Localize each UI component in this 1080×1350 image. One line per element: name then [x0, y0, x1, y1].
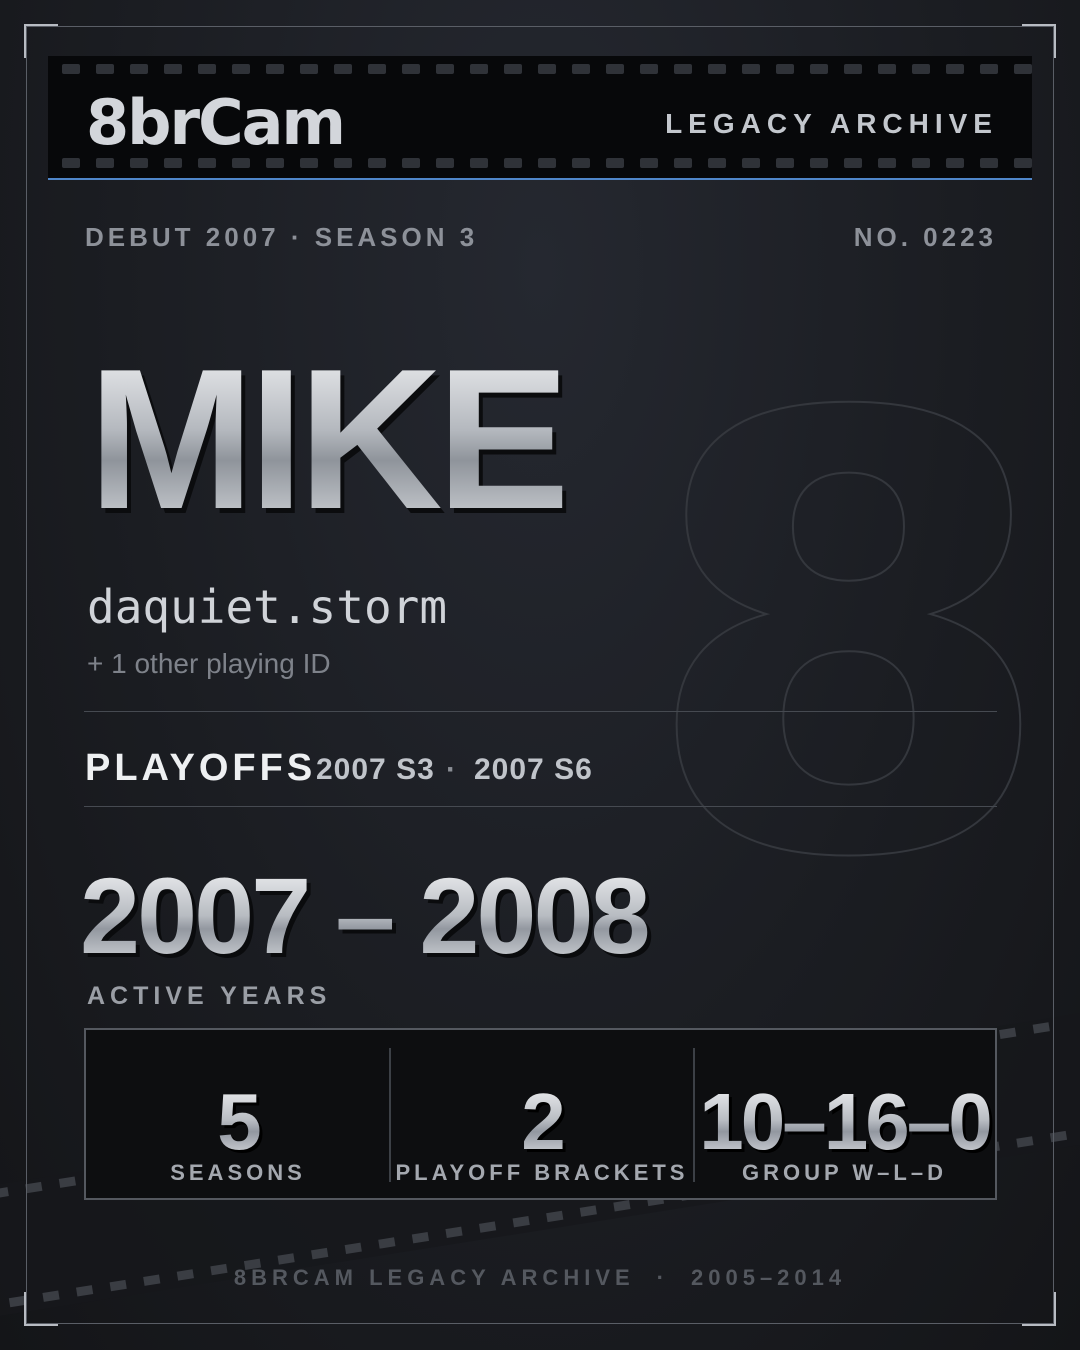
- corner-bracket-top-left: [24, 24, 58, 58]
- sprocket-hole: [334, 64, 352, 74]
- playoff-entry: 2007 S6: [474, 753, 593, 786]
- divider-line: [84, 806, 997, 807]
- sprocket-hole: [130, 158, 148, 168]
- sprocket-hole: [368, 158, 386, 168]
- sprocket-hole: [368, 64, 386, 74]
- sprocket-hole: [470, 158, 488, 168]
- corner-bracket-bottom-left: [24, 1292, 58, 1326]
- sprocket-hole: [572, 64, 590, 74]
- card-number: NO. 0223: [853, 222, 997, 252]
- playoff-entry: 2007 S3: [316, 753, 435, 786]
- sprocket-hole: [776, 64, 794, 74]
- sprocket-hole: [606, 158, 624, 168]
- debut-info: DEBUT 2007 · SEASON 3: [85, 222, 479, 252]
- sprocket-hole: [504, 64, 522, 74]
- playoffs-label: PLAYOFFS: [85, 747, 317, 789]
- sprocket-hole: [776, 158, 794, 168]
- stat-label: SEASONS: [170, 1160, 306, 1185]
- sprocket-hole: [742, 158, 760, 168]
- stat-seasons: 5 SEASONS: [86, 1030, 390, 1198]
- sprocket-hole: [300, 158, 318, 168]
- sprocket-hole: [640, 158, 658, 168]
- active-years: 2007 – 2008: [80, 855, 651, 976]
- sprocket-hole: [878, 64, 896, 74]
- sprocket-hole: [266, 158, 284, 168]
- corner-bracket-top-right: [1022, 24, 1056, 58]
- sprocket-hole: [1014, 64, 1032, 74]
- divider-line: [84, 711, 997, 712]
- stat-value: 5: [86, 1082, 390, 1162]
- sprocket-hole: [198, 158, 216, 168]
- sprocket-hole: [810, 158, 828, 168]
- sprocket-hole: [1014, 158, 1032, 168]
- stat-label: PLAYOFF BRACKETS: [395, 1160, 689, 1185]
- sprocket-hole: [844, 64, 862, 74]
- player-handle: daquiet.storm: [87, 580, 448, 634]
- sprocket-hole: [402, 158, 420, 168]
- sprocket-hole: [742, 64, 760, 74]
- sprocket-hole: [436, 64, 454, 74]
- sprocket-hole: [266, 64, 284, 74]
- sprocket-hole: [946, 158, 964, 168]
- sprocket-hole: [402, 64, 420, 74]
- sprocket-hole: [538, 64, 556, 74]
- sprocket-hole: [504, 158, 522, 168]
- sprocket-hole: [232, 64, 250, 74]
- footer-separator: ·: [656, 1265, 669, 1290]
- sprocket-hole: [572, 158, 590, 168]
- sprocket-hole: [708, 158, 726, 168]
- sprocket-row-bottom: [62, 158, 1032, 168]
- sprocket-hole: [96, 64, 114, 74]
- stat-group-record: 10–16–0 GROUP W–L–D: [694, 1030, 995, 1198]
- sprocket-hole: [300, 64, 318, 74]
- active-years-label: ACTIVE YEARS: [87, 982, 332, 1010]
- footer: 8BRCAM LEGACY ARCHIVE · 2005–2014: [0, 1265, 1080, 1291]
- sprocket-hole: [198, 64, 216, 74]
- background-numeral: 8: [639, 290, 1058, 989]
- player-name: MIKE: [88, 328, 570, 551]
- other-ids-note: + 1 other playing ID: [87, 648, 331, 679]
- sprocket-hole: [878, 158, 896, 168]
- stats-panel: 5 SEASONS 2 PLAYOFF BRACKETS 10–16–0 GRO…: [84, 1028, 997, 1200]
- sprocket-hole: [606, 64, 624, 74]
- sprocket-hole: [844, 158, 862, 168]
- sprocket-hole: [538, 158, 556, 168]
- sprocket-hole: [470, 64, 488, 74]
- sprocket-hole: [810, 64, 828, 74]
- logo: 8brCam: [86, 86, 346, 159]
- playoff-separator: ·: [446, 753, 457, 786]
- sprocket-hole: [980, 158, 998, 168]
- header-tag: LEGACY ARCHIVE: [665, 108, 998, 139]
- sprocket-hole: [980, 64, 998, 74]
- sprocket-hole: [96, 158, 114, 168]
- stat-value: 2: [390, 1082, 694, 1162]
- sprocket-hole: [62, 158, 80, 168]
- footer-title: 8BRCAM LEGACY ARCHIVE: [233, 1265, 635, 1290]
- sprocket-hole: [436, 158, 454, 168]
- sprocket-hole: [708, 64, 726, 74]
- sprocket-hole: [334, 158, 352, 168]
- footer-years: 2005–2014: [691, 1265, 847, 1290]
- stat-value: 10–16–0: [694, 1082, 995, 1162]
- sprocket-hole: [674, 158, 692, 168]
- sprocket-hole: [164, 64, 182, 74]
- sprocket-hole: [912, 158, 930, 168]
- sprocket-hole: [640, 64, 658, 74]
- corner-bracket-bottom-right: [1022, 1292, 1056, 1326]
- header-banner: 8brCam LEGACY ARCHIVE: [48, 56, 1032, 180]
- sprocket-hole: [912, 64, 930, 74]
- sprocket-hole: [164, 158, 182, 168]
- sprocket-row-top: [62, 64, 1032, 74]
- sprocket-hole: [62, 64, 80, 74]
- stat-label: GROUP W–L–D: [742, 1160, 947, 1185]
- sprocket-hole: [946, 64, 964, 74]
- sprocket-hole: [130, 64, 148, 74]
- sprocket-hole: [674, 64, 692, 74]
- stat-playoff-brackets: 2 PLAYOFF BRACKETS: [390, 1030, 694, 1198]
- sprocket-hole: [232, 158, 250, 168]
